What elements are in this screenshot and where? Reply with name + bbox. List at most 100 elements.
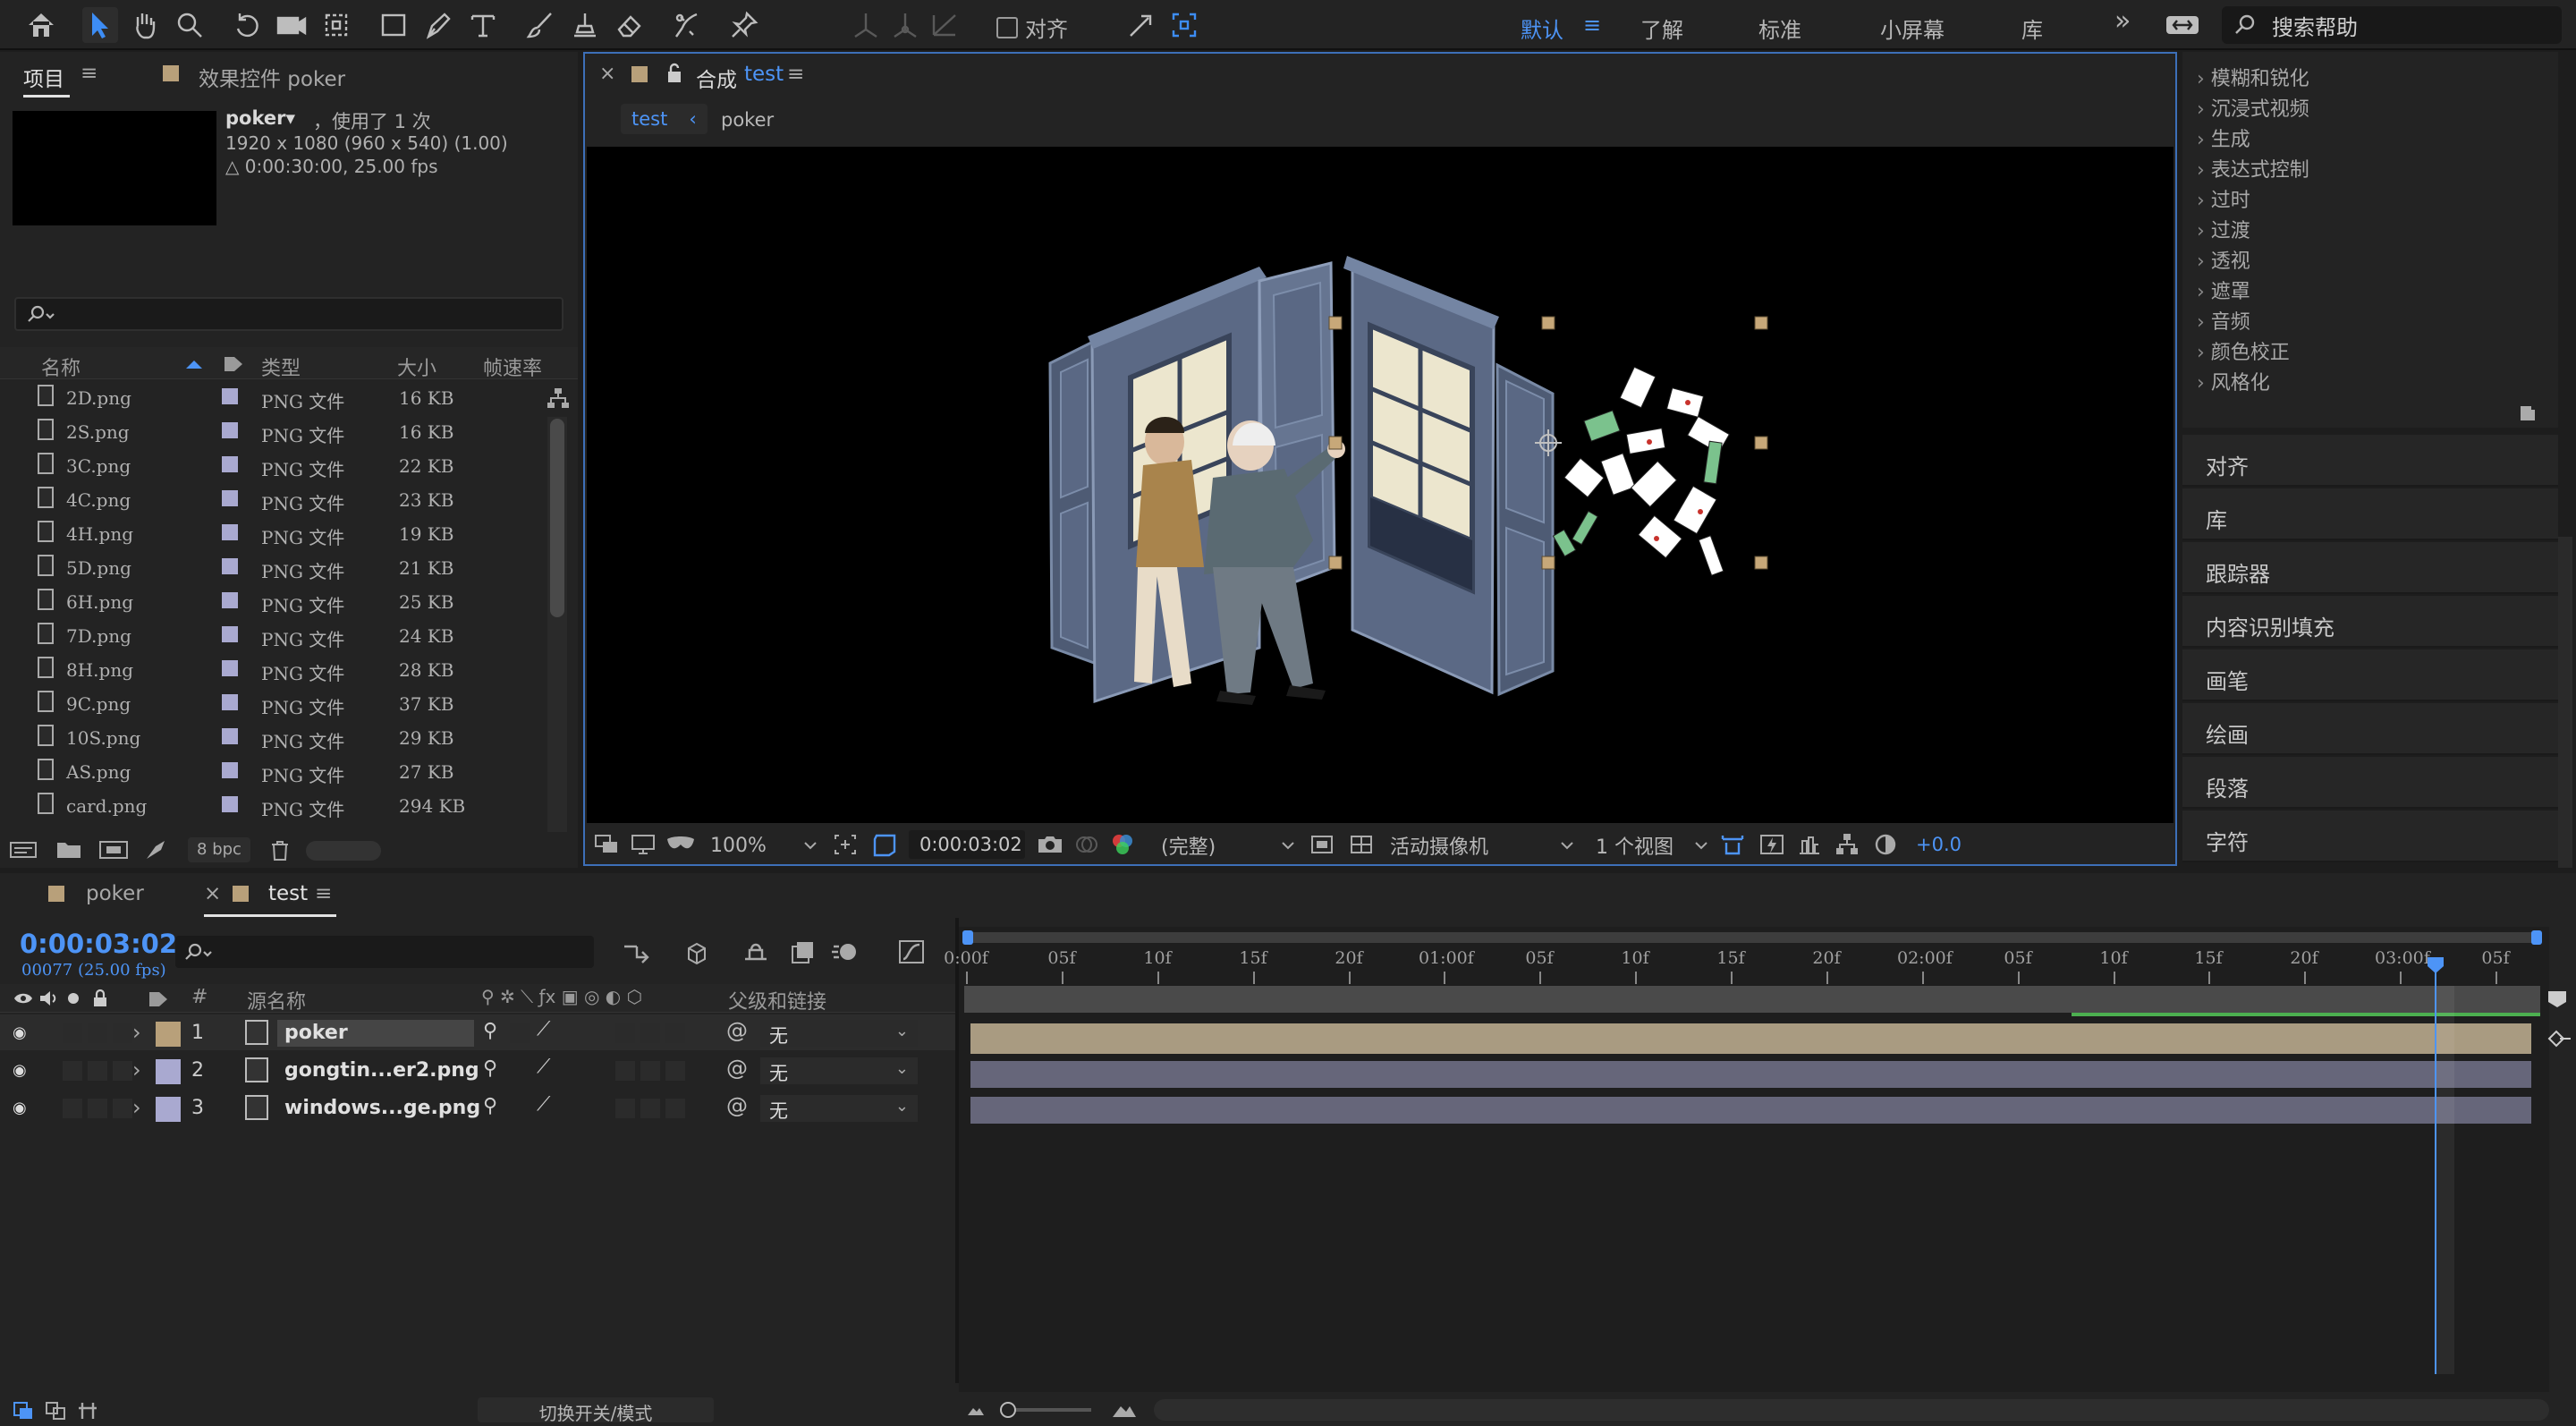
file-row[interactable]: 4H.png PNG 文件 19 KB (0, 515, 546, 549)
new-folder-icon[interactable] (55, 839, 82, 861)
file-row[interactable]: AS.png PNG 文件 27 KB (0, 753, 546, 787)
comp-title-name[interactable]: test (744, 63, 784, 86)
comp-viewer[interactable] (587, 147, 2174, 823)
label-tag-icon[interactable] (222, 354, 245, 374)
work-area-bar[interactable] (962, 930, 2542, 945)
file-row[interactable]: 2S.png PNG 文件 16 KB (0, 413, 546, 447)
file-row[interactable]: 2D.png PNG 文件 16 KB (0, 379, 546, 413)
type-tool-icon[interactable] (465, 7, 501, 43)
comp-button-icon[interactable] (2546, 1027, 2572, 1050)
resolution-grid-icon[interactable] (832, 832, 859, 857)
switch-box[interactable] (63, 1061, 82, 1081)
view-layout-dropdown[interactable]: 1 个视图 (1596, 832, 1708, 859)
sync-settings-icon[interactable] (2165, 7, 2200, 43)
collapse-switch-box[interactable] (510, 1023, 530, 1043)
region-of-interest-icon[interactable] (871, 832, 898, 857)
new-composition-icon[interactable] (98, 839, 129, 861)
visibility-eye-icon[interactable]: ◉ (13, 1061, 27, 1080)
shy-switch-icon[interactable]: ⚲ (483, 1095, 497, 1117)
exposure-value[interactable]: +0.0 (1916, 834, 1962, 855)
sort-ascending-icon[interactable] (184, 358, 204, 370)
parent-dropdown[interactable]: 无 ⌄ (760, 1057, 918, 1084)
file-row[interactable]: 8H.png PNG 文件 28 KB (0, 651, 546, 685)
right-panel-0[interactable]: 对齐 (2182, 435, 2558, 487)
quality-switch-icon[interactable]: ⟋ (537, 1093, 550, 1116)
mode-switch-box[interactable] (665, 1099, 685, 1118)
comp-marker-bin-icon[interactable] (2546, 989, 2569, 1009)
file-row[interactable]: 7D.png PNG 文件 24 KB (0, 617, 546, 651)
project-settings-icon[interactable] (143, 837, 170, 862)
timeline-search-input[interactable] (175, 936, 594, 968)
resolution-dropdown[interactable]: (完整) (1161, 832, 1295, 859)
rectangle-tool-icon[interactable] (376, 7, 411, 43)
snap-feature-icon[interactable] (1166, 7, 1202, 43)
time-ruler[interactable]: 0:00f 05f 10f 15f 20f 01:00f 05f 10f 15f 20f 02:00… (944, 948, 2542, 984)
switch-box[interactable] (113, 1061, 132, 1081)
timeline-horizontal-scroll[interactable] (1154, 1399, 2549, 1421)
zoom-out-mountain-icon[interactable] (966, 1401, 986, 1419)
right-panel-2[interactable]: 跟踪器 (2182, 542, 2558, 594)
shy-switch-icon[interactable]: ⚲ (483, 1057, 497, 1080)
zoom-slider-thumb[interactable] (1000, 1402, 1016, 1418)
roto-brush-tool-icon[interactable] (669, 7, 705, 43)
bit-depth-button[interactable]: 8 bpc (188, 837, 250, 862)
switch-box[interactable] (88, 1023, 107, 1043)
hand-tool-icon[interactable] (127, 7, 163, 43)
help-search-input[interactable]: 搜索帮助 (2272, 10, 2358, 41)
zoom-dropdown[interactable]: 100% (710, 832, 818, 859)
tab-effect-controls[interactable]: 效果控件 poker (199, 62, 345, 92)
breadcrumb-poker[interactable]: poker (721, 109, 774, 131)
layer-bar-windows[interactable] (970, 1097, 2531, 1124)
right-panel-1[interactable]: 库 (2182, 488, 2558, 540)
layer-name[interactable]: poker (277, 1020, 474, 1047)
switch-box[interactable] (63, 1099, 82, 1118)
mode-switch-box[interactable] (615, 1099, 635, 1118)
effects-category-item[interactable]: 沉浸式视频 (2197, 93, 2309, 122)
layer-name[interactable]: windows...ge.png (277, 1095, 480, 1122)
layer-switches-toggle-icon[interactable] (13, 1401, 36, 1421)
file-row[interactable]: 5D.png PNG 文件 21 KB (0, 549, 546, 583)
fast-previews-icon[interactable] (1309, 834, 1335, 855)
file-row[interactable]: 9C.png PNG 文件 37 KB (0, 685, 546, 719)
zoom-slider-track[interactable] (1000, 1402, 1091, 1418)
axis-local-icon[interactable] (848, 7, 884, 43)
brush-tool-icon[interactable] (522, 7, 558, 43)
pan-behind-tool-icon[interactable] (318, 7, 354, 43)
project-scrollbar-track[interactable] (547, 417, 567, 846)
file-row[interactable]: 4C.png PNG 文件 23 KB (0, 481, 546, 515)
right-panel-5[interactable]: 绘画 (2182, 703, 2558, 755)
zoom-in-mountain-icon[interactable] (1111, 1399, 1138, 1421)
trash-icon[interactable] (268, 839, 292, 862)
expand-chevron-icon[interactable]: › (132, 1095, 141, 1120)
thumbnail-scroll[interactable] (306, 841, 381, 861)
toggle-pixel-aspect-icon[interactable] (1719, 832, 1746, 857)
comp-menu-icon[interactable]: ≡ (787, 63, 804, 86)
shy-switch-icon[interactable]: ⚲ (483, 1020, 497, 1042)
effects-category-item[interactable]: 过渡 (2197, 215, 2250, 243)
visibility-eye-icon[interactable]: ◉ (13, 1099, 27, 1117)
zoom-tool-icon[interactable] (172, 7, 208, 43)
mode-switch-box[interactable] (640, 1061, 660, 1081)
switch-box[interactable] (88, 1099, 107, 1118)
col-size[interactable]: 大小 (397, 352, 436, 381)
switch-box[interactable] (113, 1023, 132, 1043)
parent-dropdown[interactable]: 无 ⌄ (760, 1095, 918, 1122)
layer-bar-gongtin[interactable] (970, 1061, 2531, 1088)
frame-blending-icon[interactable] (787, 938, 818, 966)
camera-tool-icon[interactable] (274, 7, 309, 43)
toggle-switches-modes-button[interactable]: 切换开关/模式 (478, 1397, 714, 1424)
effects-category-item[interactable]: 风格化 (2197, 367, 2270, 395)
switch-box[interactable] (63, 1023, 82, 1043)
snapping-toggle[interactable]: 对齐 (996, 12, 1068, 43)
right-panel-7[interactable]: 字符 (2182, 811, 2558, 862)
effects-category-item[interactable]: 表达式控制 (2197, 154, 2309, 182)
col-source-name[interactable]: 源名称 (247, 986, 306, 1014)
pen-tool-icon[interactable] (420, 7, 456, 43)
timeline-menu-icon[interactable]: ≡ (315, 882, 332, 905)
right-panel-6[interactable]: 段落 (2182, 757, 2558, 809)
effects-category-item[interactable]: 颜色校正 (2197, 336, 2290, 365)
layer-label-swatch[interactable] (156, 1059, 181, 1084)
snap-edge-icon[interactable] (1123, 7, 1159, 43)
workspace-menu-icon[interactable]: ≡ (1583, 13, 1601, 38)
lock-icon[interactable] (665, 63, 683, 84)
